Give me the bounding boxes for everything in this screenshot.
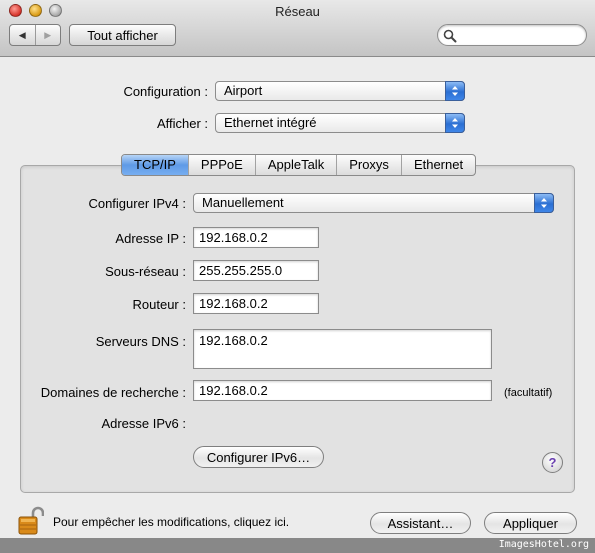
search-domains-label: Domaines de recherche : (40, 385, 186, 400)
back-arrow-icon: ◀ (18, 29, 26, 40)
show-value: Ethernet intégré (224, 115, 317, 130)
popup-arrows-icon (445, 113, 465, 133)
forward-button[interactable]: ▶ (34, 25, 61, 45)
configure-ipv4-value: Manuellement (202, 195, 284, 210)
help-button[interactable]: ? (542, 452, 563, 473)
popup-arrows-icon (445, 81, 465, 101)
apply-button[interactable]: Appliquer (484, 512, 577, 534)
optional-hint: (facultatif) (504, 387, 553, 399)
configuration-value: Airport (224, 83, 263, 98)
back-button[interactable]: ◀ (10, 25, 35, 45)
popup-arrows-icon (534, 193, 554, 213)
ip-address-field[interactable]: 192.168.0.2 (193, 227, 319, 248)
router-label: Routeur : (132, 297, 186, 312)
tab-tcpip[interactable]: TCP/IP (122, 155, 188, 175)
configuration-popup[interactable]: Airport (215, 81, 465, 101)
configuration-label: Configuration : (123, 84, 208, 99)
show-all-button[interactable]: Tout afficher (69, 24, 176, 46)
search-icon (443, 29, 457, 43)
tab-appletalk[interactable]: AppleTalk (254, 155, 336, 175)
dns-servers-label: Serveurs DNS : (95, 334, 186, 349)
subnet-field[interactable]: 255.255.255.0 (193, 260, 319, 281)
tab-ethernet[interactable]: Ethernet (400, 155, 475, 175)
network-preferences-window: Réseau ◀ ▶ Tout afficher Configuration :… (0, 0, 595, 553)
router-field[interactable]: 192.168.0.2 (193, 293, 319, 314)
back-forward-control: ◀ ▶ (9, 24, 61, 46)
configure-ipv4-label: Configurer IPv4 : (88, 196, 186, 211)
dns-servers-field[interactable]: 192.168.0.2 (193, 329, 492, 369)
lock-icon[interactable] (18, 506, 44, 536)
assistant-button[interactable]: Assistant… (370, 512, 471, 534)
ip-address-label: Adresse IP : (115, 231, 186, 246)
forward-arrow-icon: ▶ (44, 29, 52, 40)
configure-ipv6-button[interactable]: Configurer IPv6… (193, 446, 324, 468)
configure-ipv4-popup[interactable]: Manuellement (193, 193, 554, 213)
tab-pppoe[interactable]: PPPoE (187, 155, 255, 175)
show-label: Afficher : (156, 116, 208, 131)
lock-message: Pour empêcher les modifications, cliquez… (53, 515, 290, 529)
watermark-bar: ImagesHotel.org (0, 538, 595, 553)
search-domains-field[interactable]: 192.168.0.2 (193, 380, 492, 401)
tab-proxys[interactable]: Proxys (336, 155, 401, 175)
subnet-label: Sous-réseau : (105, 264, 186, 279)
tab-bar: TCP/IP PPPoE AppleTalk Proxys Ethernet (121, 154, 477, 176)
window-title: Réseau (275, 4, 320, 19)
show-popup[interactable]: Ethernet intégré (215, 113, 465, 133)
search-input[interactable] (460, 27, 580, 43)
help-icon: ? (548, 455, 557, 470)
ipv6-address-label: Adresse IPv6 : (101, 416, 186, 431)
title-bar: Réseau ◀ ▶ Tout afficher (0, 0, 595, 57)
search-field[interactable] (437, 24, 587, 46)
watermark-text: ImagesHotel.org (498, 539, 589, 550)
